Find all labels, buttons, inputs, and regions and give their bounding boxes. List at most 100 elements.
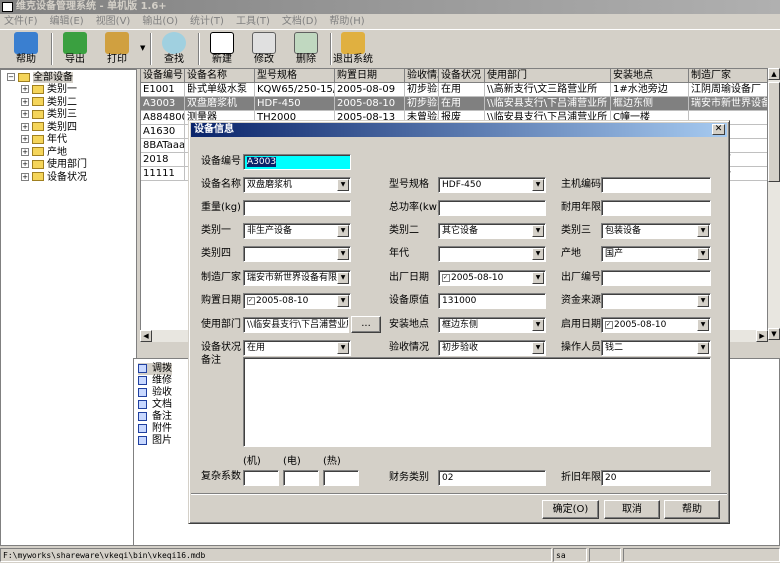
- host-input[interactable]: [601, 177, 711, 193]
- detail-tab-item[interactable]: 文档: [138, 399, 172, 411]
- operator-select[interactable]: 钱二 ▼: [601, 340, 711, 356]
- tree-node[interactable]: + 类别四: [21, 122, 77, 134]
- browse-dept-button[interactable]: ...: [351, 316, 381, 333]
- expand-icon[interactable]: +: [21, 135, 29, 143]
- name-select[interactable]: 双盘磨浆机 ▼: [243, 177, 351, 193]
- help-button[interactable]: 帮助: [4, 32, 48, 68]
- cat1-select[interactable]: 非生产设备 ▼: [243, 223, 351, 239]
- fin-cat-input[interactable]: 02: [438, 470, 546, 486]
- scroll-down-icon[interactable]: ▼: [768, 328, 780, 340]
- column-header[interactable]: 型号规格: [255, 69, 335, 83]
- expand-icon[interactable]: +: [21, 85, 29, 93]
- column-header[interactable]: 设备编号: [141, 69, 185, 83]
- column-header[interactable]: 使用部门: [485, 69, 611, 83]
- dropdown-arrow-icon[interactable]: ▼: [697, 342, 709, 354]
- exit-button[interactable]: 退出系统: [333, 32, 373, 68]
- close-icon[interactable]: ✕: [712, 124, 725, 135]
- dropdown-arrow-icon[interactable]: ▼: [337, 342, 349, 354]
- expand-icon[interactable]: +: [21, 110, 29, 118]
- detail-tab-item[interactable]: 备注: [138, 411, 172, 423]
- grid-vertical-scrollbar[interactable]: ▲ ▼: [768, 68, 780, 340]
- column-header[interactable]: 制造厂家: [689, 69, 767, 83]
- era-select[interactable]: ▼: [438, 246, 546, 262]
- life-input[interactable]: [601, 200, 711, 216]
- column-header[interactable]: 购置日期: [335, 69, 405, 83]
- menu-docs[interactable]: 文档(D): [282, 14, 318, 29]
- tree-node[interactable]: + 类别一: [21, 84, 77, 96]
- tree-node[interactable]: + 产地: [21, 147, 67, 159]
- power-input[interactable]: [438, 200, 546, 216]
- delete-button[interactable]: 删除: [284, 32, 328, 68]
- detail-tab-item[interactable]: 附件: [138, 423, 172, 435]
- scroll-left-icon[interactable]: ◀: [140, 330, 152, 342]
- column-header[interactable]: 设备状况: [439, 69, 485, 83]
- cat3-select[interactable]: 包装设备 ▼: [601, 223, 711, 239]
- state-select[interactable]: 在用 ▼: [243, 340, 351, 356]
- dialog-help-button[interactable]: 帮助: [664, 500, 720, 519]
- tree-node[interactable]: + 使用部门: [21, 159, 87, 171]
- detail-tab-item[interactable]: 调拨: [138, 363, 172, 375]
- dropdown-arrow-icon[interactable]: ▼: [697, 319, 709, 331]
- dropdown-arrow-icon[interactable]: ▼: [337, 272, 349, 284]
- dropdown-arrow-icon[interactable]: ▼: [697, 225, 709, 237]
- detail-tab-item[interactable]: 维修: [138, 375, 172, 387]
- tree-root[interactable]: − 全部设备: [7, 72, 73, 84]
- dropdown-arrow-icon[interactable]: ▼: [532, 179, 544, 191]
- fund-select[interactable]: ▼: [601, 293, 711, 309]
- menu-output[interactable]: 输出(O): [142, 14, 178, 29]
- dropdown-arrow-icon[interactable]: ▼: [532, 225, 544, 237]
- location-select[interactable]: 框边东侧 ▼: [438, 317, 546, 333]
- cat2-select[interactable]: 其它设备 ▼: [438, 223, 546, 239]
- factory-no-input[interactable]: [601, 270, 711, 286]
- dropdown-arrow-icon[interactable]: ▼: [697, 248, 709, 260]
- ok-button[interactable]: 确定(O): [542, 500, 599, 519]
- find-button[interactable]: 查找: [152, 32, 196, 68]
- weight-input[interactable]: [243, 200, 351, 216]
- origin-select[interactable]: 国产 ▼: [601, 246, 711, 262]
- code-input[interactable]: A3003: [243, 154, 351, 170]
- checkbox-icon[interactable]: ✓: [605, 320, 613, 329]
- tree-node[interactable]: + 设备状况: [21, 172, 87, 184]
- expand-icon[interactable]: +: [21, 160, 29, 168]
- table-row[interactable]: E1001卧式单级水泵KQW65/250-15/22005-08-09初步验收在…: [141, 83, 767, 97]
- complexity-input[interactable]: [323, 470, 359, 486]
- remark-textarea[interactable]: [243, 357, 711, 447]
- column-header[interactable]: 安装地点: [611, 69, 689, 83]
- dep-years-input[interactable]: 20: [601, 470, 711, 486]
- menu-view[interactable]: 视图(V): [96, 14, 131, 29]
- cancel-button[interactable]: 取消: [604, 500, 660, 519]
- dropdown-arrow-icon[interactable]: ▼: [697, 295, 709, 307]
- dropdown-arrow-icon[interactable]: ▼: [532, 272, 544, 284]
- tree-node[interactable]: + 类别二: [21, 97, 77, 109]
- edit-button[interactable]: 修改: [242, 32, 286, 68]
- checkbox-icon[interactable]: ✓: [442, 273, 450, 282]
- complexity-input[interactable]: [283, 470, 319, 486]
- print-dropdown-icon[interactable]: ▼: [140, 44, 145, 52]
- expand-icon[interactable]: +: [21, 97, 29, 106]
- start-date-select[interactable]: ✓ 2005-08-10 ▼: [601, 317, 711, 333]
- export-button[interactable]: 导出: [53, 32, 97, 68]
- column-header[interactable]: 验收情况: [405, 69, 439, 83]
- scroll-thumb[interactable]: [768, 82, 780, 182]
- factory-date-select[interactable]: ✓ 2005-08-10 ▼: [438, 270, 546, 286]
- column-header[interactable]: 设备名称: [185, 69, 255, 83]
- complexity-input[interactable]: [243, 470, 279, 486]
- collapse-icon[interactable]: −: [7, 73, 15, 81]
- cat4-select[interactable]: ▼: [243, 246, 351, 262]
- menu-edit[interactable]: 编辑(E): [50, 14, 84, 29]
- menu-stats[interactable]: 统计(T): [190, 14, 224, 29]
- dropdown-arrow-icon[interactable]: ▼: [337, 225, 349, 237]
- menu-file[interactable]: 文件(F): [4, 14, 38, 29]
- dropdown-arrow-icon[interactable]: ▼: [337, 295, 349, 307]
- accept-select[interactable]: 初步验收 ▼: [438, 340, 546, 356]
- buy-date-select[interactable]: ✓ 2005-08-10 ▼: [243, 293, 351, 309]
- detail-tab-item[interactable]: 验收: [138, 387, 172, 399]
- dropdown-arrow-icon[interactable]: ▼: [337, 248, 349, 260]
- expand-icon[interactable]: +: [21, 122, 29, 131]
- dropdown-arrow-icon[interactable]: ▼: [337, 179, 349, 191]
- scroll-right-icon[interactable]: ▶: [756, 330, 768, 342]
- scroll-up-icon[interactable]: ▲: [768, 68, 780, 80]
- dept-select[interactable]: \\临安县支行\下吕浦营业所: [243, 317, 349, 333]
- model-select[interactable]: HDF-450 ▼: [438, 177, 546, 193]
- table-row[interactable]: A3003双盘磨浆机HDF-4502005-08-10初步验收在用\\临安县支行…: [141, 97, 767, 111]
